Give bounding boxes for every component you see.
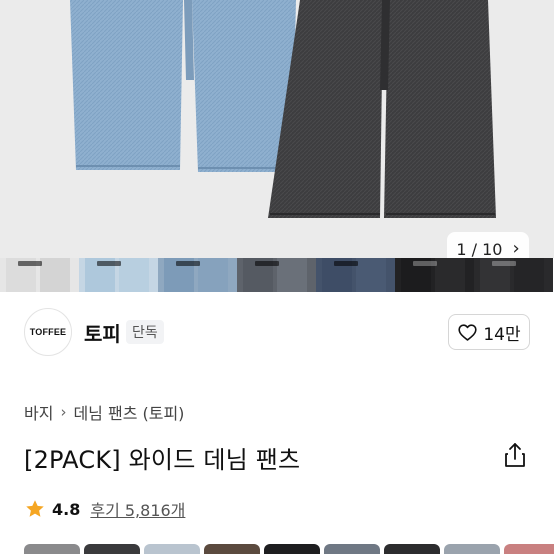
thumbnail-2[interactable] <box>79 258 158 292</box>
review-photo-strip <box>24 544 554 554</box>
breadcrumb-item-subcategory[interactable]: 데님 팬츠 (토피) <box>73 400 184 424</box>
review-photo[interactable] <box>204 544 260 554</box>
like-count: 14만 <box>483 324 521 345</box>
chevron-right-icon: › <box>60 403 67 421</box>
exclusive-badge: 단독 <box>126 320 164 344</box>
star-icon <box>26 500 44 517</box>
thumbnail-5[interactable] <box>316 258 395 292</box>
gallery-pager[interactable]: 1 / 10 › <box>447 232 529 258</box>
rating-score: 4.8 <box>52 499 81 519</box>
review-count-link[interactable]: 후기 5,816개 <box>90 497 185 521</box>
thumbnail-4[interactable] <box>237 258 316 292</box>
brand-logo[interactable]: TOFFEE <box>24 308 72 356</box>
breadcrumb-item-category[interactable]: 바지 <box>24 400 53 424</box>
brand-logo-text: TOFFEE <box>29 327 67 337</box>
share-button[interactable] <box>502 441 528 469</box>
review-photo[interactable] <box>324 544 380 554</box>
thumbnail-3[interactable] <box>158 258 237 292</box>
product-title: [2PACK] 와이드 데님 팬츠 <box>24 446 301 474</box>
thumbnail-6[interactable] <box>395 258 474 292</box>
breadcrumb: 바지 › 데님 팬츠 (토피) <box>24 400 184 424</box>
jeans-photo <box>70 0 496 218</box>
review-photo[interactable] <box>444 544 500 554</box>
chevron-right-icon[interactable]: › <box>512 240 519 258</box>
like-button[interactable]: 14만 <box>448 314 530 350</box>
thumbnail-1[interactable] <box>0 258 79 292</box>
thumbnail-strip <box>0 258 554 292</box>
review-photo[interactable] <box>24 544 80 554</box>
heart-outline-icon <box>458 323 477 341</box>
gallery-page-indicator: 1 / 10 <box>456 239 503 259</box>
product-main-image[interactable]: 1 / 10 › <box>0 0 554 258</box>
review-photo[interactable] <box>264 544 320 554</box>
review-photo[interactable] <box>384 544 440 554</box>
thumbnail-7[interactable] <box>474 258 553 292</box>
review-photo[interactable] <box>144 544 200 554</box>
review-photo[interactable] <box>504 544 554 554</box>
product-rating: 4.8 후기 5,816개 <box>24 497 185 521</box>
share-icon <box>505 443 525 467</box>
brand-name[interactable]: 토피 <box>84 318 121 347</box>
review-photo[interactable] <box>84 544 140 554</box>
